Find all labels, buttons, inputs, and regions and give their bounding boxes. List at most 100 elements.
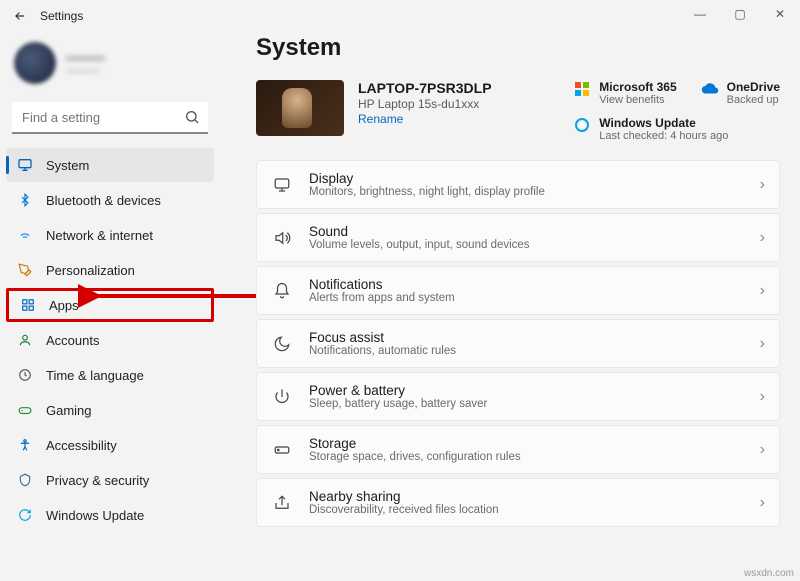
row-desc: Notifications, automatic rules <box>309 345 456 357</box>
row-desc: Alerts from apps and system <box>309 292 455 304</box>
card-sub: Last checked: 4 hours ago <box>599 130 728 142</box>
bluetooth-icon <box>16 191 34 209</box>
row-desc: Storage space, drives, configuration rul… <box>309 451 521 463</box>
search-icon <box>184 109 200 130</box>
user-email: ——— <box>66 65 105 77</box>
sidebar-item-label: Apps <box>49 298 79 313</box>
card-m365[interactable]: Microsoft 365View benefits <box>573 80 676 106</box>
sidebar: ——— ——— System Bluetooth & devices Netwo… <box>0 32 220 581</box>
sidebar-item-apps[interactable]: Apps <box>6 288 214 322</box>
sidebar-item-system[interactable]: System <box>6 148 214 182</box>
settings-list: DisplayMonitors, brightness, night light… <box>256 160 780 527</box>
device-name: LAPTOP-7PSR3DLP <box>358 80 492 96</box>
main-content: System LAPTOP-7PSR3DLP HP Laptop 15s-du1… <box>220 32 800 581</box>
accessibility-icon <box>16 436 34 454</box>
titlebar: Settings ― ▢ ✕ <box>0 0 800 32</box>
sidebar-item-privacy[interactable]: Privacy & security <box>6 463 214 497</box>
row-storage[interactable]: StorageStorage space, drives, configurat… <box>256 425 780 474</box>
card-windows-update[interactable]: Windows UpdateLast checked: 4 hours ago <box>573 116 780 142</box>
sidebar-item-label: Time & language <box>46 368 144 383</box>
sidebar-item-label: Network & internet <box>46 228 153 243</box>
card-title: OneDrive <box>727 80 780 94</box>
sidebar-item-accessibility[interactable]: Accessibility <box>6 428 214 462</box>
sidebar-item-personalization[interactable]: Personalization <box>6 253 214 287</box>
page-title: System <box>256 34 780 62</box>
m365-icon <box>573 80 591 98</box>
shield-icon <box>16 471 34 489</box>
close-button[interactable]: ✕ <box>760 0 800 28</box>
row-nearby-sharing[interactable]: Nearby sharingDiscoverability, received … <box>256 478 780 527</box>
chevron-right-icon: › <box>760 229 765 247</box>
row-notifications[interactable]: NotificationsAlerts from apps and system… <box>256 266 780 315</box>
sidebar-item-network[interactable]: Network & internet <box>6 218 214 252</box>
row-desc: Discoverability, received files location <box>309 504 499 516</box>
chevron-right-icon: › <box>760 441 765 459</box>
row-title: Display <box>309 171 545 186</box>
chevron-right-icon: › <box>760 282 765 300</box>
device-thumbnail[interactable] <box>256 80 344 136</box>
personalization-icon <box>16 261 34 279</box>
window-title: Settings <box>40 9 83 23</box>
nav: System Bluetooth & devices Network & int… <box>6 148 214 532</box>
back-button[interactable] <box>8 4 32 28</box>
system-icon <box>16 156 34 174</box>
moon-icon <box>271 335 293 353</box>
apps-icon <box>19 296 37 314</box>
row-desc: Monitors, brightness, night light, displ… <box>309 186 545 198</box>
bell-icon <box>271 282 293 300</box>
row-title: Storage <box>309 436 521 451</box>
sidebar-item-time[interactable]: Time & language <box>6 358 214 392</box>
rename-link[interactable]: Rename <box>358 112 492 126</box>
watermark: wsxdn.com <box>744 568 794 579</box>
share-icon <box>271 494 293 512</box>
search-box[interactable] <box>12 102 208 134</box>
power-icon <box>271 388 293 406</box>
row-title: Power & battery <box>309 383 487 398</box>
row-desc: Sleep, battery usage, battery saver <box>309 398 487 410</box>
chevron-right-icon: › <box>760 176 765 194</box>
sidebar-item-label: Privacy & security <box>46 473 149 488</box>
card-title: Microsoft 365 <box>599 80 676 94</box>
display-icon <box>271 176 293 194</box>
user-name: ——— <box>66 50 105 65</box>
chevron-right-icon: › <box>760 388 765 406</box>
avatar <box>14 42 56 84</box>
card-title: Windows Update <box>599 116 728 130</box>
sidebar-item-label: Gaming <box>46 403 92 418</box>
network-icon <box>16 226 34 244</box>
chevron-right-icon: › <box>760 494 765 512</box>
sidebar-item-label: Accounts <box>46 333 99 348</box>
row-sound[interactable]: SoundVolume levels, output, input, sound… <box>256 213 780 262</box>
sidebar-item-bluetooth[interactable]: Bluetooth & devices <box>6 183 214 217</box>
row-title: Notifications <box>309 277 455 292</box>
update-icon <box>16 506 34 524</box>
row-power[interactable]: Power & batterySleep, battery usage, bat… <box>256 372 780 421</box>
gaming-icon <box>16 401 34 419</box>
storage-icon <box>271 441 293 459</box>
sidebar-item-label: Accessibility <box>46 438 117 453</box>
user-block[interactable]: ——— ——— <box>6 36 214 96</box>
sidebar-item-windows-update[interactable]: Windows Update <box>6 498 214 532</box>
device-row: LAPTOP-7PSR3DLP HP Laptop 15s-du1xxx Ren… <box>256 80 780 142</box>
minimize-button[interactable]: ― <box>680 0 720 28</box>
onedrive-icon <box>701 80 719 98</box>
sidebar-item-label: System <box>46 158 89 173</box>
sidebar-item-accounts[interactable]: Accounts <box>6 323 214 357</box>
row-display[interactable]: DisplayMonitors, brightness, night light… <box>256 160 780 209</box>
row-desc: Volume levels, output, input, sound devi… <box>309 239 530 251</box>
sidebar-item-label: Personalization <box>46 263 135 278</box>
card-sub: View benefits <box>599 94 676 106</box>
sound-icon <box>271 229 293 247</box>
sidebar-item-label: Bluetooth & devices <box>46 193 161 208</box>
card-onedrive[interactable]: OneDriveBacked up <box>701 80 780 106</box>
update-icon <box>573 116 591 134</box>
maximize-button[interactable]: ▢ <box>720 0 760 28</box>
time-icon <box>16 366 34 384</box>
accounts-icon <box>16 331 34 349</box>
search-input[interactable] <box>12 102 208 134</box>
sidebar-item-gaming[interactable]: Gaming <box>6 393 214 427</box>
chevron-right-icon: › <box>760 335 765 353</box>
row-focus-assist[interactable]: Focus assistNotifications, automatic rul… <box>256 319 780 368</box>
row-title: Sound <box>309 224 530 239</box>
row-title: Focus assist <box>309 330 456 345</box>
